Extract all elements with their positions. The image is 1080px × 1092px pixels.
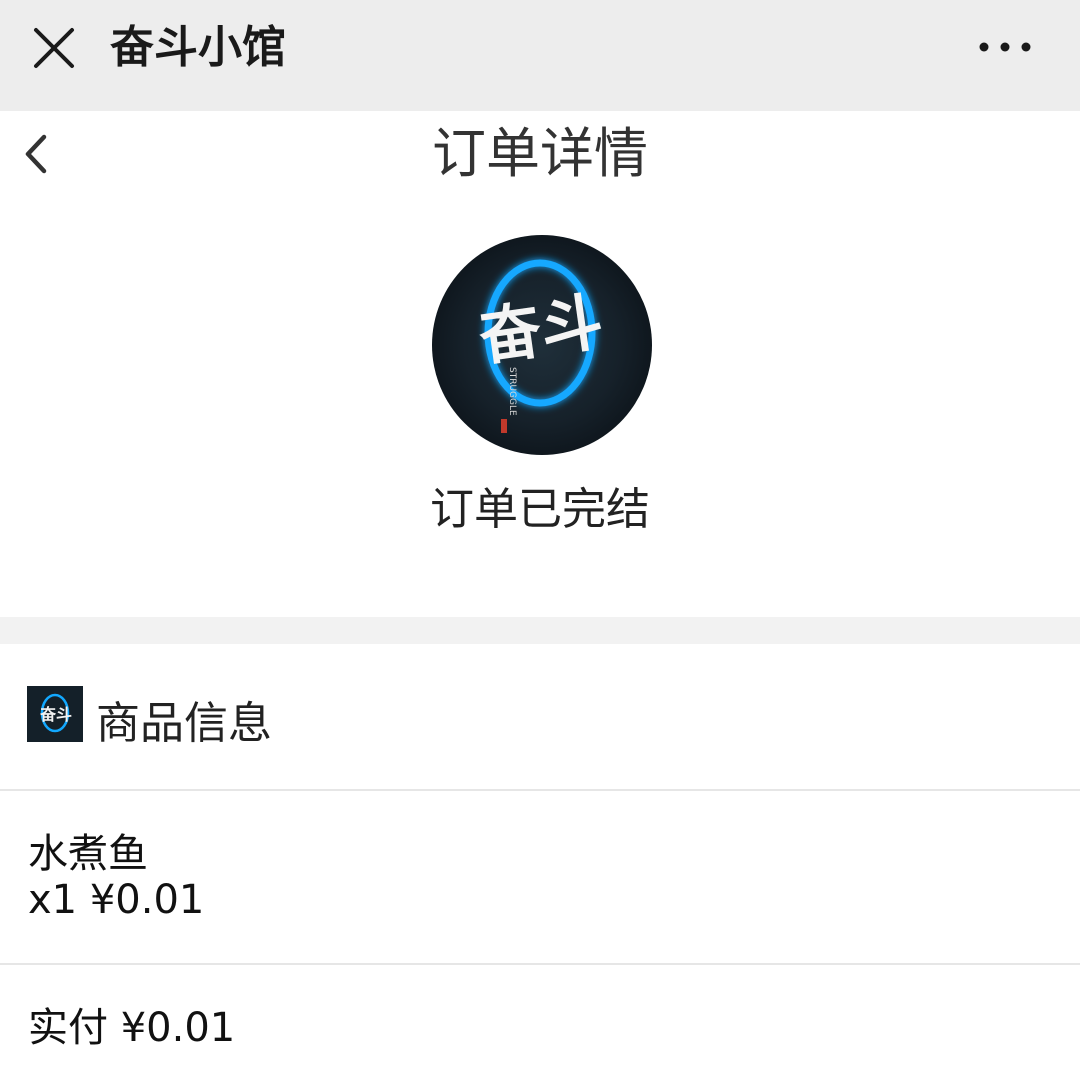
product-section-header: 奋斗 商品信息 — [0, 644, 1080, 791]
payment-row: 实付 ¥0.01 — [0, 965, 1080, 1092]
top-bar: 奋斗小馆 — [0, 0, 1080, 111]
order-status: 订单已完结 — [430, 484, 650, 535]
more-icon — [979, 42, 1031, 52]
more-button[interactable] — [970, 25, 1040, 69]
item-name: 水煮鱼 — [28, 831, 148, 877]
logo-small-text: 奋斗 — [39, 705, 72, 724]
store-logo-small: 奋斗 — [27, 686, 83, 742]
list-item: 水煮鱼 x1 ¥0.01 — [0, 791, 1080, 965]
close-icon — [34, 28, 74, 68]
paid-amount: 实付 ¥0.01 — [28, 1005, 236, 1051]
close-button[interactable] — [28, 22, 80, 74]
section-divider — [0, 617, 1080, 644]
page-header: 订单详情 — [0, 111, 1080, 197]
app-title: 奋斗小馆 — [110, 22, 286, 73]
product-section-title: 商品信息 — [96, 698, 272, 749]
item-quantity-price: x1 ¥0.01 — [28, 877, 205, 923]
page-title: 订单详情 — [432, 122, 648, 185]
store-logo: 奋斗 STRUGGLE — [432, 235, 652, 455]
logo-subtext: STRUGGLE — [507, 367, 517, 416]
